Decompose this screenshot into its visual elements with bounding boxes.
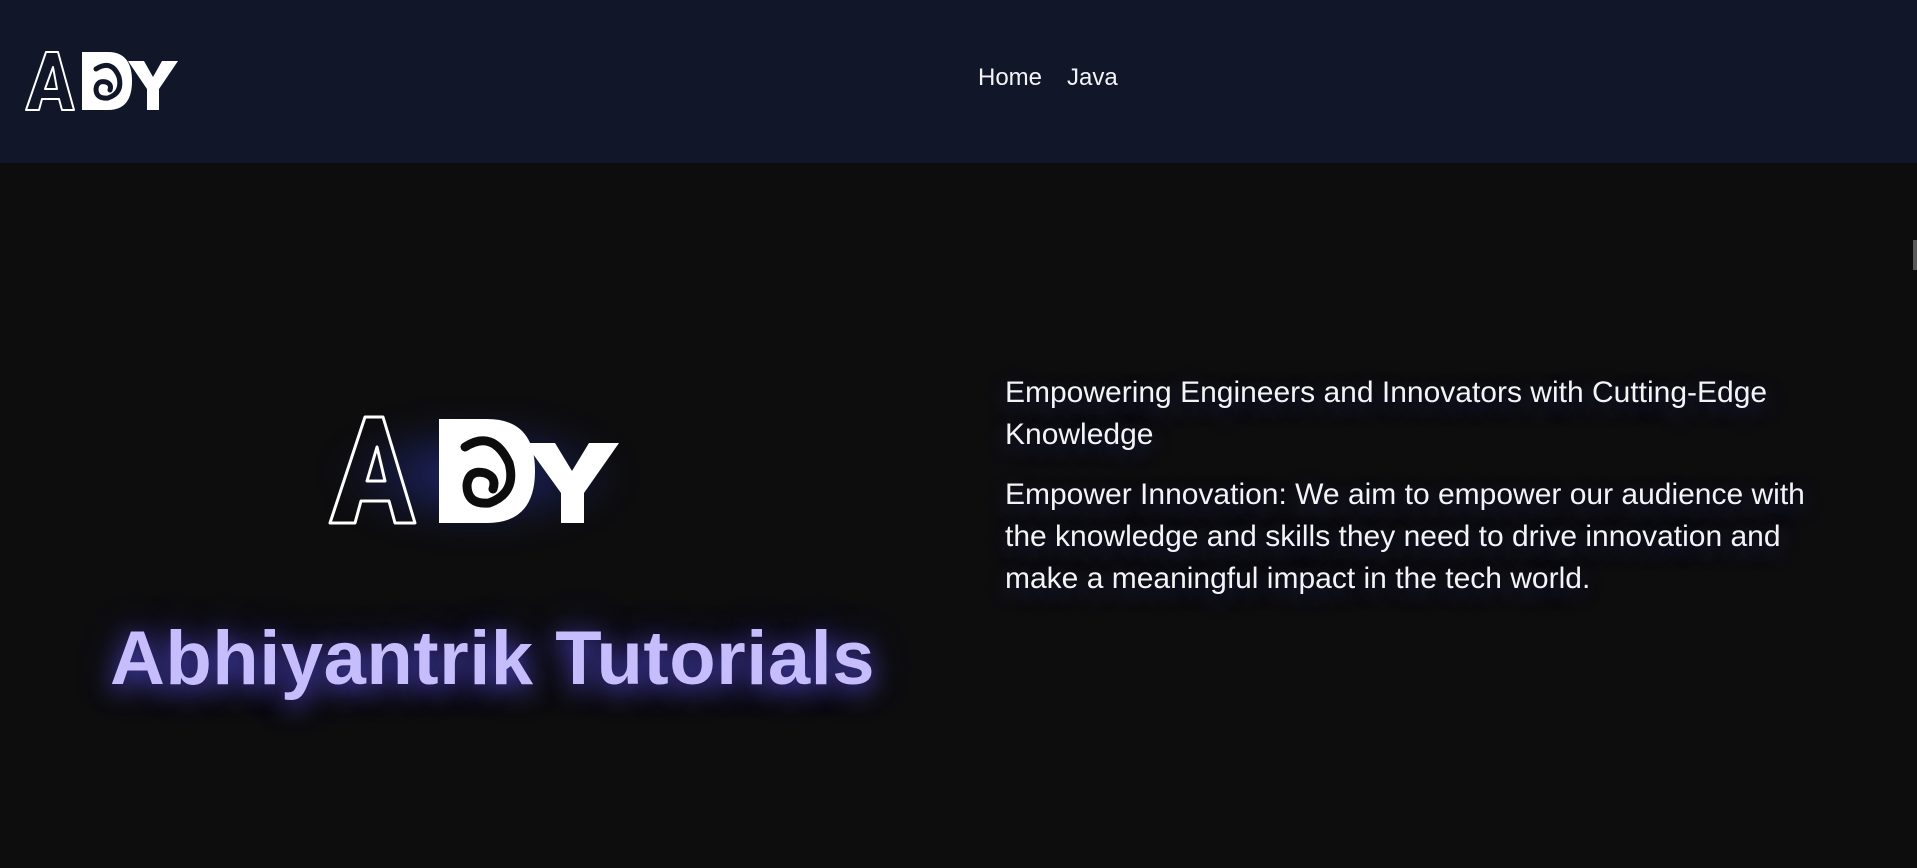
nav-link-home[interactable]: Home bbox=[978, 64, 1042, 92]
tagline: Empowering Engineers and Innovators with… bbox=[1005, 376, 1768, 451]
nav-links: Home Java bbox=[978, 64, 1118, 92]
navbar: Home Java bbox=[0, 0, 1917, 163]
hero-logo bbox=[318, 400, 638, 540]
hero-description: Empowering Engineers and Innovators with… bbox=[1005, 372, 1835, 600]
ady-logo-icon bbox=[25, 51, 178, 111]
hero-title: Abhiyantrik Tutorials bbox=[110, 616, 875, 701]
site-logo[interactable] bbox=[24, 49, 186, 113]
nav-link-java[interactable]: Java bbox=[1067, 64, 1118, 92]
mission-statement: Empower Innovation: We aim to empower ou… bbox=[1005, 478, 1805, 595]
scrollbar[interactable] bbox=[1913, 240, 1917, 270]
ady-hero-logo-icon bbox=[328, 415, 619, 525]
